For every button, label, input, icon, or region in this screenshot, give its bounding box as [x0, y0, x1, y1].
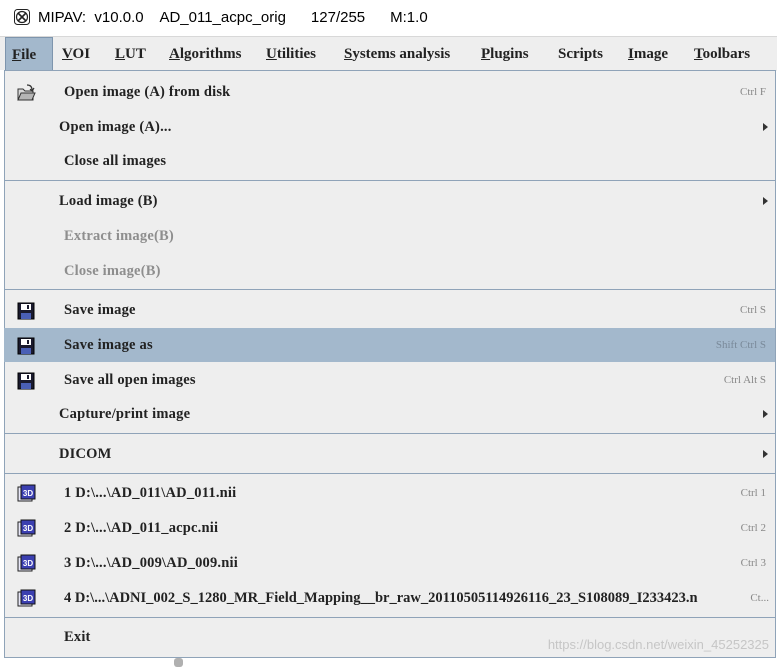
- shortcut-label: Ctrl 2: [740, 522, 766, 534]
- menu-item-save-image-as[interactable]: Save image as Shift Ctrl S: [4, 328, 775, 362]
- menu-item-label: 1 D:\...\AD_011\AD_011.nii: [64, 485, 237, 501]
- open-folder-icon: [17, 84, 36, 101]
- svg-text:3D: 3D: [23, 594, 33, 603]
- floppy-disk-icon: [17, 302, 35, 320]
- menu-lut[interactable]: LUT: [115, 37, 146, 71]
- mipav-app-icon[interactable]: [14, 9, 30, 25]
- submenu-arrow-icon: [763, 197, 768, 205]
- menu-plugins[interactable]: Plugins: [481, 37, 529, 71]
- menu-item-dicom[interactable]: DICOM: [4, 437, 775, 471]
- menu-utilities[interactable]: Utilities: [266, 37, 316, 71]
- menu-item-label: Save image as: [64, 337, 153, 353]
- menu-scripts[interactable]: Scripts: [558, 37, 603, 71]
- menu-item-label: Extract image(B): [64, 228, 174, 244]
- floppy-disk-icon: [17, 337, 35, 355]
- title-bar: MIPAV: v10.0.0 AD_011_acpc_orig 127/255 …: [0, 0, 777, 36]
- menu-separator: [4, 617, 776, 618]
- menu-voi[interactable]: VOI: [62, 37, 90, 71]
- menu-item-label: Save image: [64, 302, 136, 318]
- menu-item-label: Load image (B): [59, 193, 158, 209]
- 3d-image-icon: 3D: [17, 519, 36, 537]
- shortcut-label: Ct...: [750, 592, 769, 604]
- svg-text:3D: 3D: [23, 489, 33, 498]
- menu-image[interactable]: Image: [628, 37, 668, 71]
- shortcut-label: Ctrl 1: [740, 487, 766, 499]
- menu-item-label: Capture/print image: [59, 406, 191, 422]
- watermark-text: https://blog.csdn.net/weixin_45252325: [547, 637, 769, 652]
- floppy-disk-icon: [17, 372, 35, 390]
- menu-systems-analysis[interactable]: Systems analysis: [344, 37, 450, 71]
- menu-item-open-image-submenu[interactable]: Open image (A)...: [4, 110, 775, 144]
- menu-item-label: Close all images: [64, 153, 167, 169]
- menu-item-label: Open image (A)...: [59, 119, 172, 135]
- menu-item-close-image-b: Close image(B): [4, 254, 775, 288]
- menu-item-save-image[interactable]: Save image Ctrl S: [4, 293, 775, 327]
- menu-separator: [4, 433, 776, 434]
- menu-item-label: Close image(B): [64, 263, 161, 279]
- scrollbar-thumb[interactable]: [174, 658, 183, 667]
- submenu-arrow-icon: [763, 450, 768, 458]
- menu-item-extract-image-b: Extract image(B): [4, 219, 775, 253]
- menu-item-recent-file-4[interactable]: 3D 4 D:\...\ADNI_002_S_1280_MR_Field_Map…: [4, 581, 775, 615]
- shortcut-label: Ctrl 3: [740, 557, 766, 569]
- menu-item-close-all-images[interactable]: Close all images: [4, 144, 775, 178]
- menu-item-label: Save all open images: [64, 372, 196, 388]
- shortcut-label: Ctrl F: [740, 86, 766, 98]
- menu-algorithms[interactable]: Algorithms: [169, 37, 242, 71]
- shortcut-label: Shift Ctrl S: [715, 339, 766, 351]
- menu-item-label: 3 D:\...\AD_009\AD_009.nii: [64, 555, 238, 571]
- menu-item-label: 2 D:\...\AD_011_acpc.nii: [64, 520, 219, 536]
- svg-text:3D: 3D: [23, 559, 33, 568]
- menu-item-label: 4 D:\...\ADNI_002_S_1280_MR_Field_Mappin…: [64, 590, 698, 606]
- menu-item-save-all-open-images[interactable]: Save all open images Ctrl Alt S: [4, 363, 775, 397]
- submenu-arrow-icon: [763, 123, 768, 131]
- menu-item-label: DICOM: [59, 446, 112, 462]
- menu-item-recent-file-3[interactable]: 3D 3 D:\...\AD_009\AD_009.nii Ctrl 3: [4, 546, 775, 580]
- menu-item-capture-print-image[interactable]: Capture/print image: [4, 397, 775, 431]
- menu-item-recent-file-1[interactable]: 3D 1 D:\...\AD_011\AD_011.nii Ctrl 1: [4, 476, 775, 510]
- menu-bar: File VOI LUT Algorithms Utilities System…: [0, 36, 777, 71]
- svg-text:3D: 3D: [23, 524, 33, 533]
- window-title: MIPAV: v10.0.0 AD_011_acpc_orig 127/255 …: [38, 9, 428, 26]
- menu-separator: [4, 180, 776, 181]
- shortcut-label: Ctrl Alt S: [723, 374, 766, 386]
- submenu-arrow-icon: [763, 410, 768, 418]
- menu-separator: [4, 289, 776, 290]
- menu-item-load-image-b[interactable]: Load image (B): [4, 184, 775, 218]
- 3d-image-icon: 3D: [17, 554, 36, 572]
- menu-item-open-image-from-disk[interactable]: Open image (A) from disk Ctrl F: [4, 75, 775, 109]
- menu-item-recent-file-2[interactable]: 3D 2 D:\...\AD_011_acpc.nii Ctrl 2: [4, 511, 775, 545]
- shortcut-label: Ctrl S: [740, 304, 766, 316]
- 3d-image-icon: 3D: [17, 589, 36, 607]
- menu-toolbars[interactable]: Toolbars: [694, 37, 750, 71]
- menu-file[interactable]: File: [5, 37, 53, 71]
- menu-separator: [4, 473, 776, 474]
- menu-item-label: Exit: [64, 629, 91, 645]
- 3d-image-icon: 3D: [17, 484, 36, 502]
- menu-item-label: Open image (A) from disk: [64, 84, 231, 100]
